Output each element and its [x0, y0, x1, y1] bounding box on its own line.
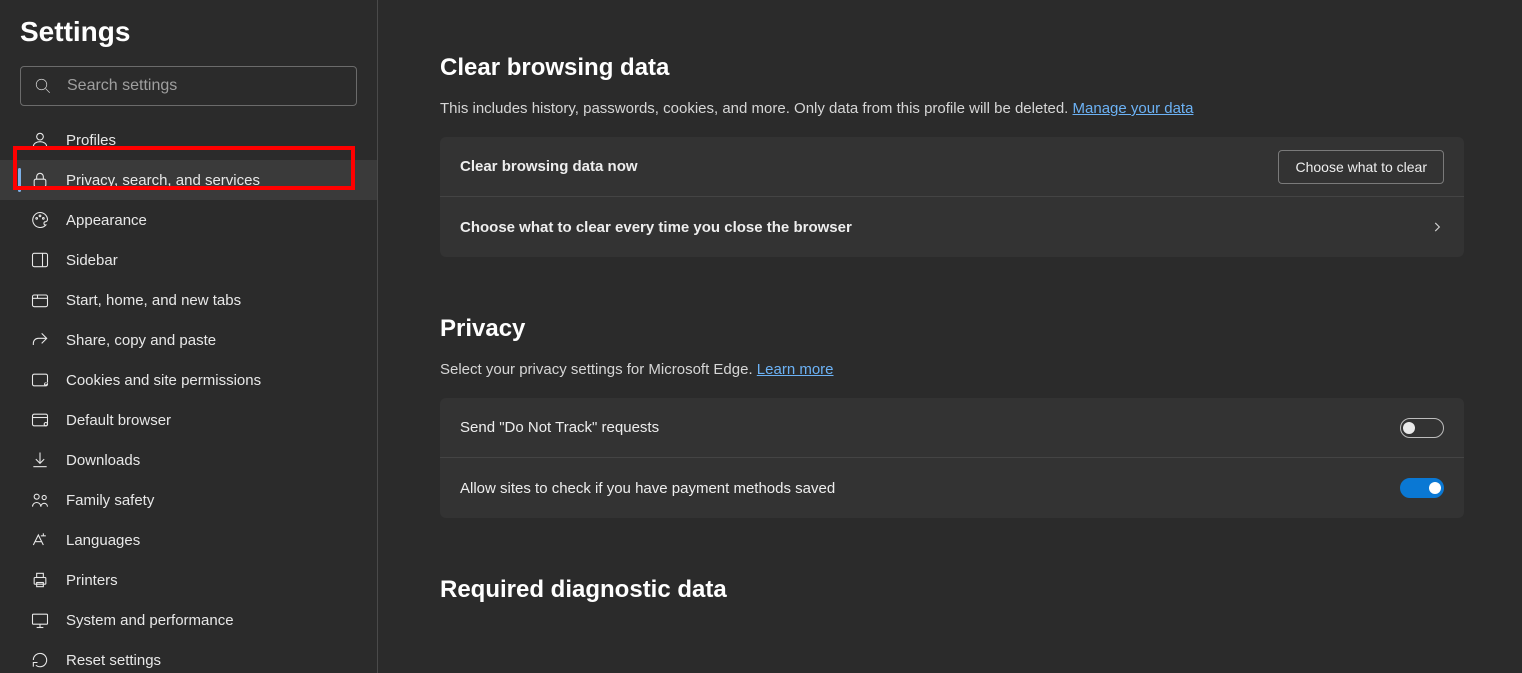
sidebar-item-label: Family safety [66, 492, 154, 509]
sidebar-item-label: Profiles [66, 132, 116, 149]
chevron-right-icon [1430, 220, 1444, 234]
privacy-desc-text: Select your privacy settings for Microso… [440, 361, 757, 378]
sidebar-item-label: Cookies and site permissions [66, 372, 261, 389]
sidebar-item-downloads[interactable]: Downloads [0, 440, 377, 480]
sidebar-item-share[interactable]: Share, copy and paste [0, 320, 377, 360]
sidebar-item-family[interactable]: Family safety [0, 480, 377, 520]
browser-icon [30, 410, 50, 430]
sidebar-item-label: Printers [66, 572, 118, 589]
appearance-icon [30, 210, 50, 230]
clear-browsing-panel: Clear browsing data now Choose what to c… [440, 137, 1464, 257]
sidebar-item-system[interactable]: System and performance [0, 600, 377, 640]
section-title-clear-browsing: Clear browsing data [440, 54, 1464, 82]
clear-browsing-desc-text: This includes history, passwords, cookie… [440, 100, 1073, 117]
row-label-payment: Allow sites to check if you have payment… [460, 480, 835, 497]
settings-title: Settings [0, 10, 377, 66]
lock-icon [30, 170, 50, 190]
search-wrapper [20, 66, 357, 106]
settings-content: Clear browsing data This includes histor… [378, 0, 1522, 673]
row-clear-on-close[interactable]: Choose what to clear every time you clos… [440, 197, 1464, 257]
sidebar-item-label: Default browser [66, 412, 171, 429]
sidebar-item-label: System and performance [66, 612, 234, 629]
privacy-desc: Select your privacy settings for Microso… [440, 361, 1464, 378]
sidebar-item-label: Privacy, search, and services [66, 172, 260, 189]
sidebar-item-printers[interactable]: Printers [0, 560, 377, 600]
cookies-icon [30, 370, 50, 390]
toggle-dnt[interactable] [1400, 418, 1444, 438]
profile-icon [30, 130, 50, 150]
search-icon [34, 77, 52, 95]
sidebar-item-label: Sidebar [66, 252, 118, 269]
download-icon [30, 450, 50, 470]
family-icon [30, 490, 50, 510]
sidebar-item-start[interactable]: Start, home, and new tabs [0, 280, 377, 320]
sidebar-item-appearance[interactable]: Appearance [0, 200, 377, 240]
row-clear-now: Clear browsing data now Choose what to c… [440, 137, 1464, 197]
row-label-clear-now: Clear browsing data now [460, 158, 638, 175]
sidebar-item-languages[interactable]: Languages [0, 520, 377, 560]
search-input[interactable] [20, 66, 357, 106]
section-clear-browsing-data: Clear browsing data This includes histor… [440, 54, 1464, 257]
row-label-clear-on-close: Choose what to clear every time you clos… [460, 219, 852, 236]
sidebar-item-default-browser[interactable]: Default browser [0, 400, 377, 440]
choose-what-to-clear-button[interactable]: Choose what to clear [1278, 150, 1444, 184]
sidebar-item-cookies[interactable]: Cookies and site permissions [0, 360, 377, 400]
system-icon [30, 610, 50, 630]
section-diagnostic: Required diagnostic data [440, 576, 1464, 604]
sidebar-item-profiles[interactable]: Profiles [0, 120, 377, 160]
share-icon [30, 330, 50, 350]
row-dnt: Send "Do Not Track" requests [440, 398, 1464, 458]
sidebar-panel-icon [30, 250, 50, 270]
sidebar-item-privacy[interactable]: Privacy, search, and services [0, 160, 377, 200]
languages-icon [30, 530, 50, 550]
sidebar-item-label: Languages [66, 532, 140, 549]
printer-icon [30, 570, 50, 590]
row-label-dnt: Send "Do Not Track" requests [460, 419, 659, 436]
reset-icon [30, 650, 50, 670]
sidebar-item-reset[interactable]: Reset settings [0, 640, 377, 673]
toggle-payment-methods[interactable] [1400, 478, 1444, 498]
tabs-icon [30, 290, 50, 310]
sidebar-item-label: Appearance [66, 212, 147, 229]
section-privacy: Privacy Select your privacy settings for… [440, 315, 1464, 518]
sidebar-item-label: Downloads [66, 452, 140, 469]
sidebar-item-label: Reset settings [66, 652, 161, 669]
settings-nav: Profiles Privacy, search, and services A… [0, 120, 377, 673]
settings-sidebar: Settings Profiles Privacy, search, and s… [0, 0, 378, 673]
manage-your-data-link[interactable]: Manage your data [1073, 100, 1194, 117]
sidebar-item-sidebar[interactable]: Sidebar [0, 240, 377, 280]
section-title-privacy: Privacy [440, 315, 1464, 343]
privacy-learn-more-link[interactable]: Learn more [757, 361, 834, 378]
sidebar-item-label: Start, home, and new tabs [66, 292, 241, 309]
sidebar-item-label: Share, copy and paste [66, 332, 216, 349]
privacy-panel: Send "Do Not Track" requests Allow sites… [440, 398, 1464, 518]
section-title-diagnostic: Required diagnostic data [440, 576, 1464, 604]
row-payment-methods: Allow sites to check if you have payment… [440, 458, 1464, 518]
clear-browsing-desc: This includes history, passwords, cookie… [440, 100, 1464, 117]
